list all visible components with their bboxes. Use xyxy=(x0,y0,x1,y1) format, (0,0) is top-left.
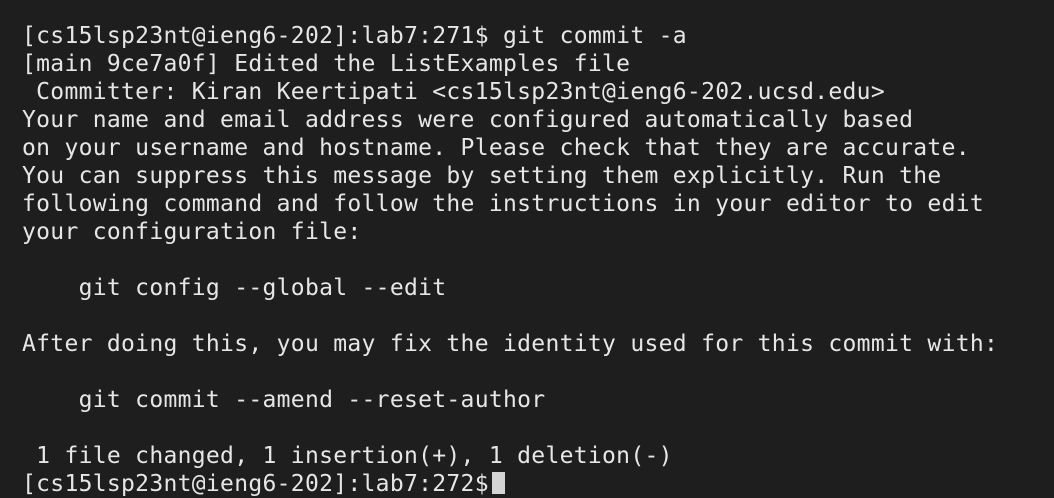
terminal-line: [cs15lsp23nt@ieng6-202]:lab7:271$ git co… xyxy=(22,23,687,49)
terminal-line: git config --global --edit xyxy=(22,275,447,301)
terminal-line: Your name and email address were configu… xyxy=(22,107,914,133)
terminal-line: following command and follow the instruc… xyxy=(22,191,985,217)
terminal-line: After doing this, you may fix the identi… xyxy=(22,331,999,357)
terminal-line: 1 file changed, 1 insertion(+), 1 deleti… xyxy=(22,443,673,469)
terminal-line: You can suppress this message by setting… xyxy=(22,163,942,189)
terminal-line: [main 9ce7a0f] Edited the ListExamples f… xyxy=(22,51,631,77)
terminal-window[interactable]: [cs15lsp23nt@ieng6-202]:lab7:271$ git co… xyxy=(0,0,1054,497)
terminal-line: on your username and hostname. Please ch… xyxy=(22,135,970,161)
shell-prompt: [cs15lsp23nt@ieng6-202]:lab7:272$ xyxy=(22,471,489,497)
text-cursor xyxy=(491,472,505,494)
terminal-line: Committer: Kiran Keertipati <cs15lsp23nt… xyxy=(22,79,885,105)
terminal-line: your configuration file: xyxy=(22,219,362,245)
terminal-line: git commit --amend --reset-author xyxy=(22,387,546,413)
